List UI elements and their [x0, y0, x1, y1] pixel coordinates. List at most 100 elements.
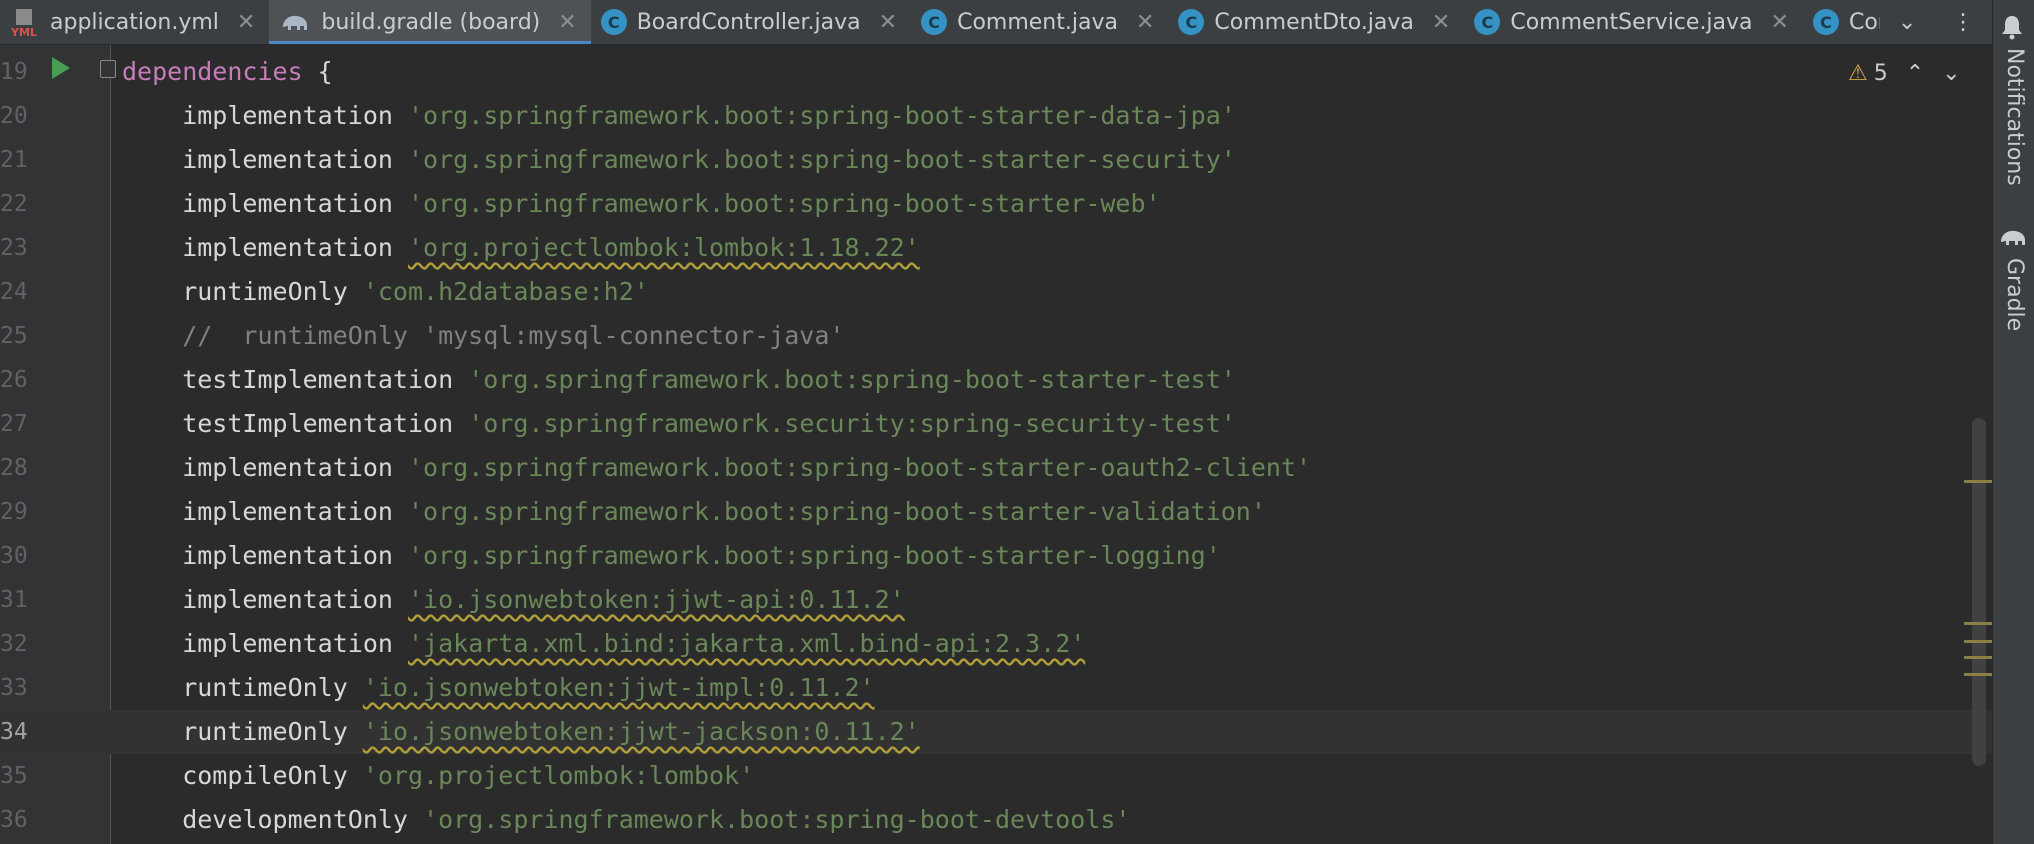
code-text: implementation 'org.springframework.boot…	[122, 446, 1311, 490]
code-line[interactable]: 26 testImplementation 'org.springframewo…	[0, 358, 1992, 402]
code-token: dependencies	[122, 57, 303, 86]
code-token: testImplementation	[122, 365, 469, 394]
code-token: runtimeOnly	[122, 277, 363, 306]
code-token: implementation	[122, 541, 408, 570]
string-literal: 'org.springframework.boot:spring-boot-st…	[468, 365, 1236, 394]
code-line[interactable]: 31 implementation 'io.jsonwebtoken:jjwt-…	[0, 578, 1992, 622]
string-literal: 'org.projectlombok:lombok'	[362, 761, 755, 790]
line-number: 19	[0, 59, 28, 85]
close-tab-icon[interactable]: ✕	[1136, 10, 1154, 35]
svg-text:YML: YML	[10, 26, 37, 37]
tab-label: BoardController.java	[636, 9, 861, 35]
code-line[interactable]: 30 implementation 'org.springframework.b…	[0, 534, 1992, 578]
code-text: testImplementation 'org.springframework.…	[122, 358, 1236, 402]
editor-tab[interactable]: C CommentService.java ✕	[1464, 0, 1803, 44]
code-line[interactable]: 21 implementation 'org.springframework.b…	[0, 138, 1992, 182]
code-line[interactable]: 25 // runtimeOnly 'mysql:mysql-connector…	[0, 314, 1992, 358]
string-literal: 'org.springframework.security:spring-sec…	[468, 409, 1236, 438]
next-highlight-icon[interactable]: ⌄	[1942, 61, 1960, 86]
code-token: {	[302, 57, 333, 86]
code-line[interactable]: 22 implementation 'org.springframework.b…	[0, 182, 1992, 226]
line-number: 31	[0, 587, 28, 613]
line-number: 29	[0, 499, 28, 525]
bell-icon[interactable]	[2000, 14, 2024, 44]
editor-tab[interactable]: build.gradle (board) ✕	[269, 0, 592, 44]
code-text: runtimeOnly 'io.jsonwebtoken:jjwt-impl:0…	[122, 666, 875, 710]
string-literal: 'org.springframework.boot:spring-boot-st…	[407, 145, 1236, 174]
code-line[interactable]: 23 implementation 'org.projectlombok:lom…	[0, 226, 1992, 270]
code-text: runtimeOnly 'io.jsonwebtoken:jjwt-jackso…	[122, 710, 920, 754]
code-text: implementation 'org.springframework.boot…	[122, 182, 1160, 226]
close-tab-icon[interactable]: ✕	[1771, 10, 1789, 35]
gradle-tool-button[interactable]: Gradle	[2002, 258, 2027, 331]
java-class-icon: C	[1178, 9, 1205, 35]
warning-stripe-mark[interactable]	[1964, 656, 1992, 659]
code-token: implementation	[122, 233, 408, 262]
code-token: implementation	[122, 101, 408, 130]
editor-tab-bar: YML application.yml ✕ build.gradle (board) ✕…	[0, 0, 1992, 45]
close-tab-icon[interactable]: ✕	[1432, 10, 1450, 35]
code-text: implementation 'org.projectlombok:lombok…	[122, 226, 920, 270]
string-literal: 'org.springframework.boot:spring-boot-st…	[407, 541, 1221, 570]
code-line[interactable]: 35 compileOnly 'org.projectlombok:lombok…	[0, 754, 1992, 798]
close-tab-icon[interactable]: ✕	[237, 10, 255, 35]
line-number: 24	[0, 279, 28, 305]
code-line[interactable]: 19 dependencies {	[0, 50, 1992, 94]
tab-label: CommentDto.java	[1214, 9, 1414, 35]
code-token: implementation	[122, 189, 408, 218]
tab-label: build.gradle (board)	[321, 9, 541, 35]
warning-stripe-mark[interactable]	[1964, 480, 1992, 483]
code-token: runtimeOnly	[122, 717, 363, 746]
warning-stripe-mark[interactable]	[1964, 640, 1992, 643]
editor-tab[interactable]: C BoardController.java ✕	[591, 0, 911, 44]
line-number: 20	[0, 103, 28, 129]
tab-list-dropdown-icon[interactable]: ⌄	[1898, 10, 1916, 35]
line-number: 27	[0, 411, 28, 437]
line-number: 34	[0, 719, 28, 745]
warning-stripe-mark[interactable]	[1964, 622, 1992, 625]
tab-label: CommentService.java	[1510, 9, 1753, 35]
code-token: testImplementation	[122, 409, 469, 438]
previous-highlight-icon[interactable]: ⌃	[1906, 61, 1924, 86]
string-literal: 'org.springframework.boot:spring-boot-st…	[407, 453, 1312, 482]
code-line[interactable]: 20 implementation 'org.springframework.b…	[0, 94, 1992, 138]
string-literal: 'io.jsonwebtoken:jjwt-api:0.11.2'	[407, 585, 905, 614]
code-token: implementation	[122, 629, 408, 658]
code-line[interactable]: 24 runtimeOnly 'com.h2database:h2'	[0, 270, 1992, 314]
line-number: 33	[0, 675, 28, 701]
code-text: implementation 'jakarta.xml.bind:jakarta…	[122, 622, 1085, 666]
code-token: implementation	[122, 145, 408, 174]
warning-count: 5	[1873, 60, 1888, 86]
java-class-icon: C	[1474, 9, 1501, 35]
java-class-icon: C	[1812, 9, 1839, 35]
more-actions-icon[interactable]: ⋮	[1952, 10, 1974, 35]
code-text: implementation 'org.springframework.boot…	[122, 138, 1236, 182]
code-line[interactable]: 28 implementation 'org.springframework.b…	[0, 446, 1992, 490]
code-line[interactable]: 34 runtimeOnly 'io.jsonwebtoken:jjwt-jac…	[0, 710, 1992, 754]
code-text: runtimeOnly 'com.h2database:h2'	[122, 270, 649, 314]
editor-tab[interactable]: C Comment.java ✕	[911, 0, 1168, 44]
close-tab-icon[interactable]: ✕	[879, 10, 897, 35]
editor-tab[interactable]: C CommentDto.java ✕	[1168, 0, 1464, 44]
notifications-tool-button[interactable]: Notifications	[2002, 48, 2027, 186]
editor-tab[interactable]: YML application.yml ✕	[0, 0, 269, 44]
code-line[interactable]: 36 developmentOnly 'org.springframework.…	[0, 798, 1992, 842]
inspection-widget[interactable]: ⚠ 5 ⌃ ⌄	[1848, 56, 1961, 90]
string-literal: 'org.springframework.boot:spring-boot-st…	[407, 101, 1236, 130]
code-line[interactable]: 32 implementation 'jakarta.xml.bind:jaka…	[0, 622, 1992, 666]
gradle-elephant-icon[interactable]	[1998, 226, 2028, 252]
code-line[interactable]: 29 implementation 'org.springframework.b…	[0, 490, 1992, 534]
code-line[interactable]: 27 testImplementation 'org.springframewo…	[0, 402, 1992, 446]
code-text: implementation 'org.springframework.boot…	[122, 490, 1266, 534]
warning-stripe-mark[interactable]	[1964, 673, 1992, 676]
vertical-scrollbar-thumb[interactable]	[1972, 418, 1986, 766]
gradle-elephant-icon	[279, 11, 311, 33]
string-literal: 'io.jsonwebtoken:jjwt-impl:0.11.2'	[362, 673, 875, 702]
code-line[interactable]: 33 runtimeOnly 'io.jsonwebtoken:jjwt-imp…	[0, 666, 1992, 710]
close-tab-icon[interactable]: ✕	[558, 10, 576, 35]
code-token: runtimeOnly	[122, 673, 363, 702]
code-token: implementation	[122, 497, 408, 526]
code-text: // runtimeOnly 'mysql:mysql-connector-ja…	[122, 314, 844, 358]
line-number: 25	[0, 323, 28, 349]
comment-text: // runtimeOnly 'mysql:mysql-connector-ja…	[122, 321, 845, 350]
